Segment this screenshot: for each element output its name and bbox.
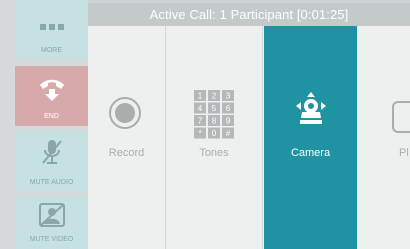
svg-text:8: 8 — [212, 117, 217, 126]
svg-text:0: 0 — [212, 129, 217, 138]
camera-label: Camera — [290, 147, 331, 159]
call-window: MORE END MUTE AUDIO MUTE VIDEO Active Ca… — [0, 0, 410, 249]
keypad-key: 2 — [208, 90, 220, 101]
muted-mic-icon — [42, 140, 62, 164]
svg-text:9: 9 — [226, 117, 231, 126]
sidebar: MORE END MUTE AUDIO MUTE VIDEO — [0, 0, 88, 249]
mute-video-label: MUTE VIDEO — [29, 236, 74, 243]
svg-text:#: # — [226, 129, 231, 138]
call-controls-panel: Record 1 2 3 4 5 6 7 8 9 * 0 # Tones Camera Pl — [88, 26, 410, 249]
keypad-key: 6 — [222, 102, 234, 114]
end-label: END — [44, 113, 59, 120]
muted-video-icon — [39, 203, 65, 227]
svg-text:5: 5 — [212, 104, 217, 113]
keypad-key: 7 — [194, 115, 206, 126]
more-dots-icon — [40, 24, 64, 30]
more-button[interactable]: MORE — [15, 0, 88, 60]
svg-text:2: 2 — [212, 92, 217, 101]
svg-text:7: 7 — [198, 117, 203, 126]
more-label: MORE — [41, 47, 62, 54]
mute-video-button[interactable]: MUTE VIDEO — [15, 196, 88, 249]
keypad-key: 0 — [208, 127, 220, 139]
tones-label: Tones — [199, 147, 229, 159]
call-status-title: Active Call: 1 Participant [0:01:25] — [88, 3, 410, 26]
mute-audio-label: MUTE AUDIO — [29, 179, 74, 186]
end-call-icon — [40, 79, 64, 101]
record-icon — [109, 97, 141, 129]
partial-icon — [392, 101, 410, 133]
record-label: Record — [108, 147, 145, 159]
end-call-button[interactable]: END — [15, 66, 88, 126]
keypad-key: 5 — [208, 102, 220, 114]
svg-text:4: 4 — [198, 104, 203, 113]
keypad-key: 4 — [194, 102, 206, 114]
next-control-button[interactable]: Pl — [357, 26, 410, 249]
svg-text:6: 6 — [226, 104, 231, 113]
keypad-icon: 1 2 3 4 5 6 7 8 9 * 0 # — [194, 90, 234, 139]
tones-button[interactable]: 1 2 3 4 5 6 7 8 9 * 0 # Tones — [166, 26, 263, 249]
keypad-key: * — [194, 127, 206, 139]
record-button[interactable]: Record — [88, 26, 166, 249]
camera-button[interactable]: Camera — [264, 26, 357, 249]
svg-text:*: * — [198, 129, 201, 138]
svg-text:3: 3 — [226, 92, 231, 101]
keypad-key: # — [222, 127, 234, 139]
keypad-key: 1 — [194, 90, 206, 101]
mute-audio-button[interactable]: MUTE AUDIO — [15, 130, 88, 192]
keypad-key: 8 — [208, 115, 220, 126]
keypad-key: 9 — [222, 115, 234, 126]
camera-control-icon — [296, 92, 326, 124]
keypad-key: 3 — [222, 90, 234, 101]
svg-text:1: 1 — [198, 92, 203, 101]
next-control-label: Pl — [399, 147, 409, 159]
